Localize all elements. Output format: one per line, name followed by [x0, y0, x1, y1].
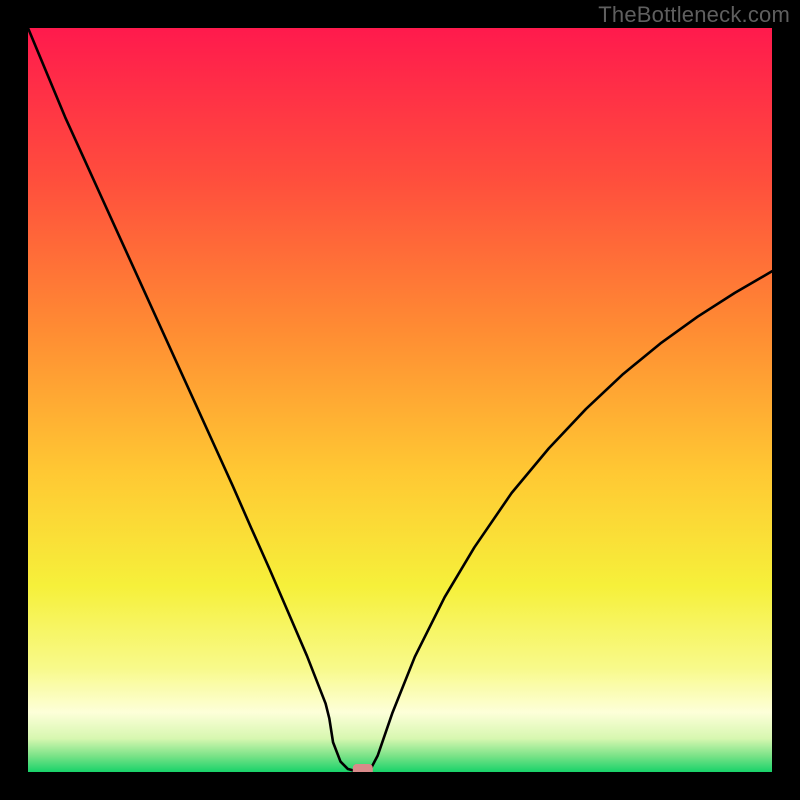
gradient-background	[28, 28, 772, 772]
chart-frame: TheBottleneck.com	[0, 0, 800, 800]
watermark-label: TheBottleneck.com	[598, 2, 790, 28]
minimum-marker	[353, 764, 373, 772]
plot-area	[28, 28, 772, 772]
chart-svg	[28, 28, 772, 772]
